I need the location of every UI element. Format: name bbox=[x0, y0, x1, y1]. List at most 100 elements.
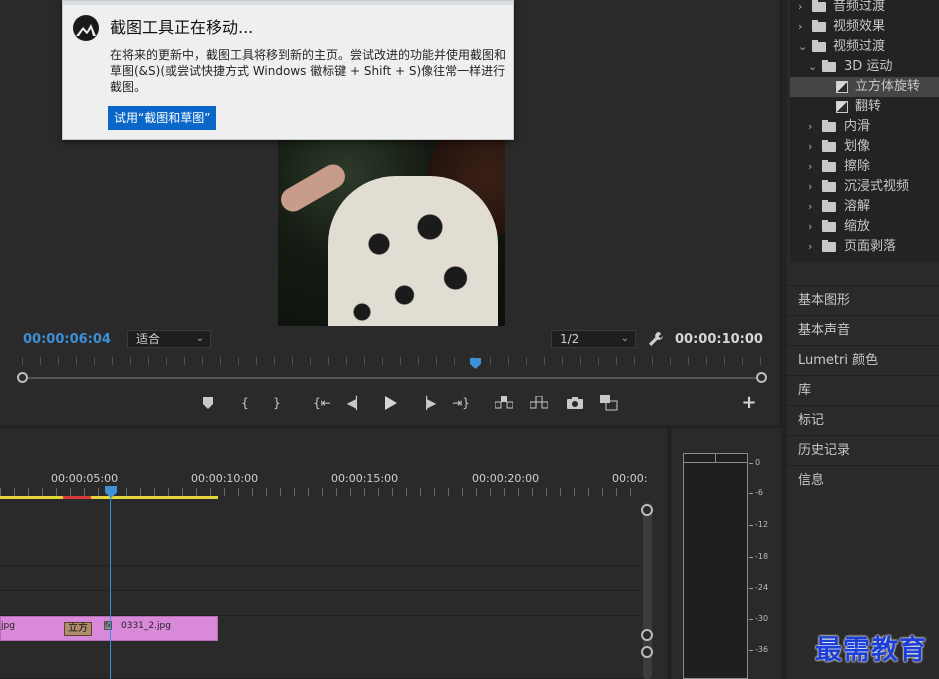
video-dress bbox=[328, 176, 498, 326]
folder-icon bbox=[822, 120, 836, 132]
chevron-right-icon[interactable]: › bbox=[808, 237, 812, 257]
tree-item-label: 视频效果 bbox=[833, 19, 886, 34]
chevron-right-icon[interactable]: › bbox=[808, 157, 812, 177]
zoom-handle-left[interactable] bbox=[17, 372, 28, 383]
zoom-handle-right[interactable] bbox=[756, 372, 767, 383]
tree-item-label: 内滑 bbox=[844, 119, 871, 134]
folder-icon bbox=[822, 240, 836, 252]
tree-item[interactable]: › 视频效果 bbox=[790, 17, 939, 37]
go-to-out-icon[interactable]: ⇥} bbox=[451, 393, 471, 413]
tree-item-label: 音频过渡 bbox=[833, 0, 886, 14]
monitor-zoom-bar[interactable] bbox=[22, 377, 762, 379]
chevron-right-icon[interactable]: › bbox=[808, 197, 812, 217]
panel-tab[interactable]: 历史记录 bbox=[787, 435, 939, 464]
resolution-select[interactable]: 1/2 ⌄ bbox=[551, 330, 636, 348]
tree-item[interactable]: › 溶解 bbox=[790, 197, 939, 217]
folder-icon bbox=[822, 220, 836, 232]
render-status-bar bbox=[63, 496, 91, 499]
panel-tab[interactable]: 基本声音 bbox=[787, 315, 939, 344]
tree-item[interactable]: › 缩放 bbox=[790, 217, 939, 237]
mark-out-icon[interactable]: } bbox=[267, 393, 287, 413]
play-icon[interactable] bbox=[381, 393, 401, 413]
chevron-right-icon[interactable]: › bbox=[808, 177, 812, 197]
meter-channels bbox=[683, 453, 748, 679]
video-track-1 bbox=[0, 591, 643, 616]
snipping-tool-logo-icon bbox=[73, 15, 99, 41]
panel-tab[interactable]: Lumetri 颜色 bbox=[787, 345, 939, 374]
folder-icon bbox=[812, 40, 826, 52]
tree-item[interactable]: 翻转 bbox=[790, 97, 939, 117]
chevron-right-icon[interactable]: › bbox=[808, 117, 812, 137]
chevron-right-icon[interactable]: › bbox=[798, 17, 802, 37]
lift-icon[interactable] bbox=[494, 393, 514, 413]
clip-name-right: 0331_2.jpg bbox=[121, 621, 171, 631]
fit-select[interactable]: 适合 ⌄ bbox=[127, 330, 211, 348]
tree-item-label: 溶解 bbox=[844, 199, 871, 214]
tree-item[interactable]: › 内滑 bbox=[790, 117, 939, 137]
tree-item[interactable]: › 音频过渡 bbox=[790, 0, 939, 17]
scrollbar-handle-top[interactable] bbox=[641, 504, 653, 516]
transition-icon bbox=[836, 101, 848, 113]
step-back-icon[interactable]: ◀▏ bbox=[346, 393, 366, 413]
timeline-playhead-line bbox=[110, 496, 111, 679]
mark-in-icon[interactable]: { bbox=[235, 393, 255, 413]
video-track-2 bbox=[0, 566, 643, 591]
transition-icon bbox=[836, 81, 848, 93]
tree-item[interactable]: › 擦除 bbox=[790, 157, 939, 177]
video-frame bbox=[278, 136, 505, 326]
scrollbar-handle-audio[interactable] bbox=[641, 646, 653, 658]
wrench-icon[interactable] bbox=[648, 331, 664, 347]
audio-meter: 0 -6 -12 -18 -24 -30 -36 bbox=[670, 428, 781, 679]
compare-view-icon[interactable] bbox=[599, 393, 619, 413]
panel-tab[interactable]: 库 bbox=[787, 375, 939, 404]
tree-item[interactable]: › 页面剥落 bbox=[790, 237, 939, 257]
tree-item[interactable]: › 划像 bbox=[790, 137, 939, 157]
ruler-label: 00:00:15:00 bbox=[331, 472, 399, 485]
chevron-down-icon[interactable]: ⌄ bbox=[808, 57, 817, 77]
chevron-right-icon[interactable]: › bbox=[798, 0, 802, 17]
scrollbar-handle-bottom[interactable] bbox=[641, 629, 653, 641]
chevron-down-icon[interactable]: ⌄ bbox=[798, 37, 807, 57]
go-to-in-icon[interactable]: {⇤ bbox=[312, 393, 332, 413]
resolution-select-value: 1/2 bbox=[560, 332, 580, 346]
folder-icon bbox=[822, 140, 836, 152]
ruler-label: 00:00:10:00 bbox=[191, 472, 259, 485]
transition-cube-spin[interactable]: 立方 bbox=[64, 622, 92, 636]
work-area-bar[interactable] bbox=[0, 496, 218, 499]
tree-item-label: 视频过渡 bbox=[833, 39, 886, 54]
try-snip-sketch-button[interactable]: 试用“截图和草图” bbox=[108, 106, 217, 130]
panel-tab[interactable]: 基本图形 bbox=[787, 285, 939, 314]
export-frame-icon[interactable] bbox=[565, 393, 585, 413]
notification-title: 截图工具正在移动... bbox=[110, 18, 254, 37]
monitor-scrubber[interactable] bbox=[17, 355, 767, 387]
step-forward-icon[interactable]: ▕▶ bbox=[417, 393, 437, 413]
monitor-ruler-ticks bbox=[22, 357, 762, 365]
video-clip[interactable]: jpg fx 0331_2.jpg bbox=[0, 616, 218, 641]
clip-name-left: jpg bbox=[1, 621, 15, 631]
watermark: 最需教育 bbox=[815, 635, 927, 666]
tree-item-label: 划像 bbox=[844, 139, 871, 154]
extract-icon[interactable] bbox=[529, 393, 549, 413]
add-button[interactable]: + bbox=[741, 394, 757, 412]
monitor-playhead[interactable] bbox=[470, 358, 481, 369]
folder-icon bbox=[812, 20, 826, 32]
chevron-right-icon[interactable]: › bbox=[808, 137, 812, 157]
right-panel: › 音频过渡 › 视频效果 ⌄ 视频过渡 ⌄ 3D 运动 立方体旋转 翻转 › 内滑 › 划像 › 擦除 › 沉浸… bbox=[787, 0, 939, 679]
tree-item-label: 页面剥落 bbox=[844, 239, 897, 254]
timeline-ruler[interactable] bbox=[0, 488, 640, 496]
db-label: 0 bbox=[748, 458, 761, 467]
marker-icon[interactable] bbox=[198, 393, 218, 413]
panel-tab[interactable]: 信息 bbox=[787, 465, 939, 494]
current-timecode[interactable]: 00:00:06:04 bbox=[23, 332, 111, 347]
db-label: -18 bbox=[748, 552, 769, 561]
db-label: -36 bbox=[748, 645, 769, 654]
tree-item[interactable]: ⌄ 视频过渡 bbox=[790, 37, 939, 57]
db-label: -12 bbox=[748, 520, 769, 529]
chevron-right-icon[interactable]: › bbox=[808, 217, 812, 237]
tree-item[interactable]: ⌄ 3D 运动 bbox=[790, 57, 939, 77]
tree-item-label: 3D 运动 bbox=[844, 59, 893, 74]
tree-item[interactable]: › 沉浸式视频 bbox=[790, 177, 939, 197]
tree-item[interactable]: 立方体旋转 bbox=[790, 77, 939, 97]
panel-tab[interactable]: 标记 bbox=[787, 405, 939, 434]
audio-track-1 bbox=[0, 641, 643, 679]
